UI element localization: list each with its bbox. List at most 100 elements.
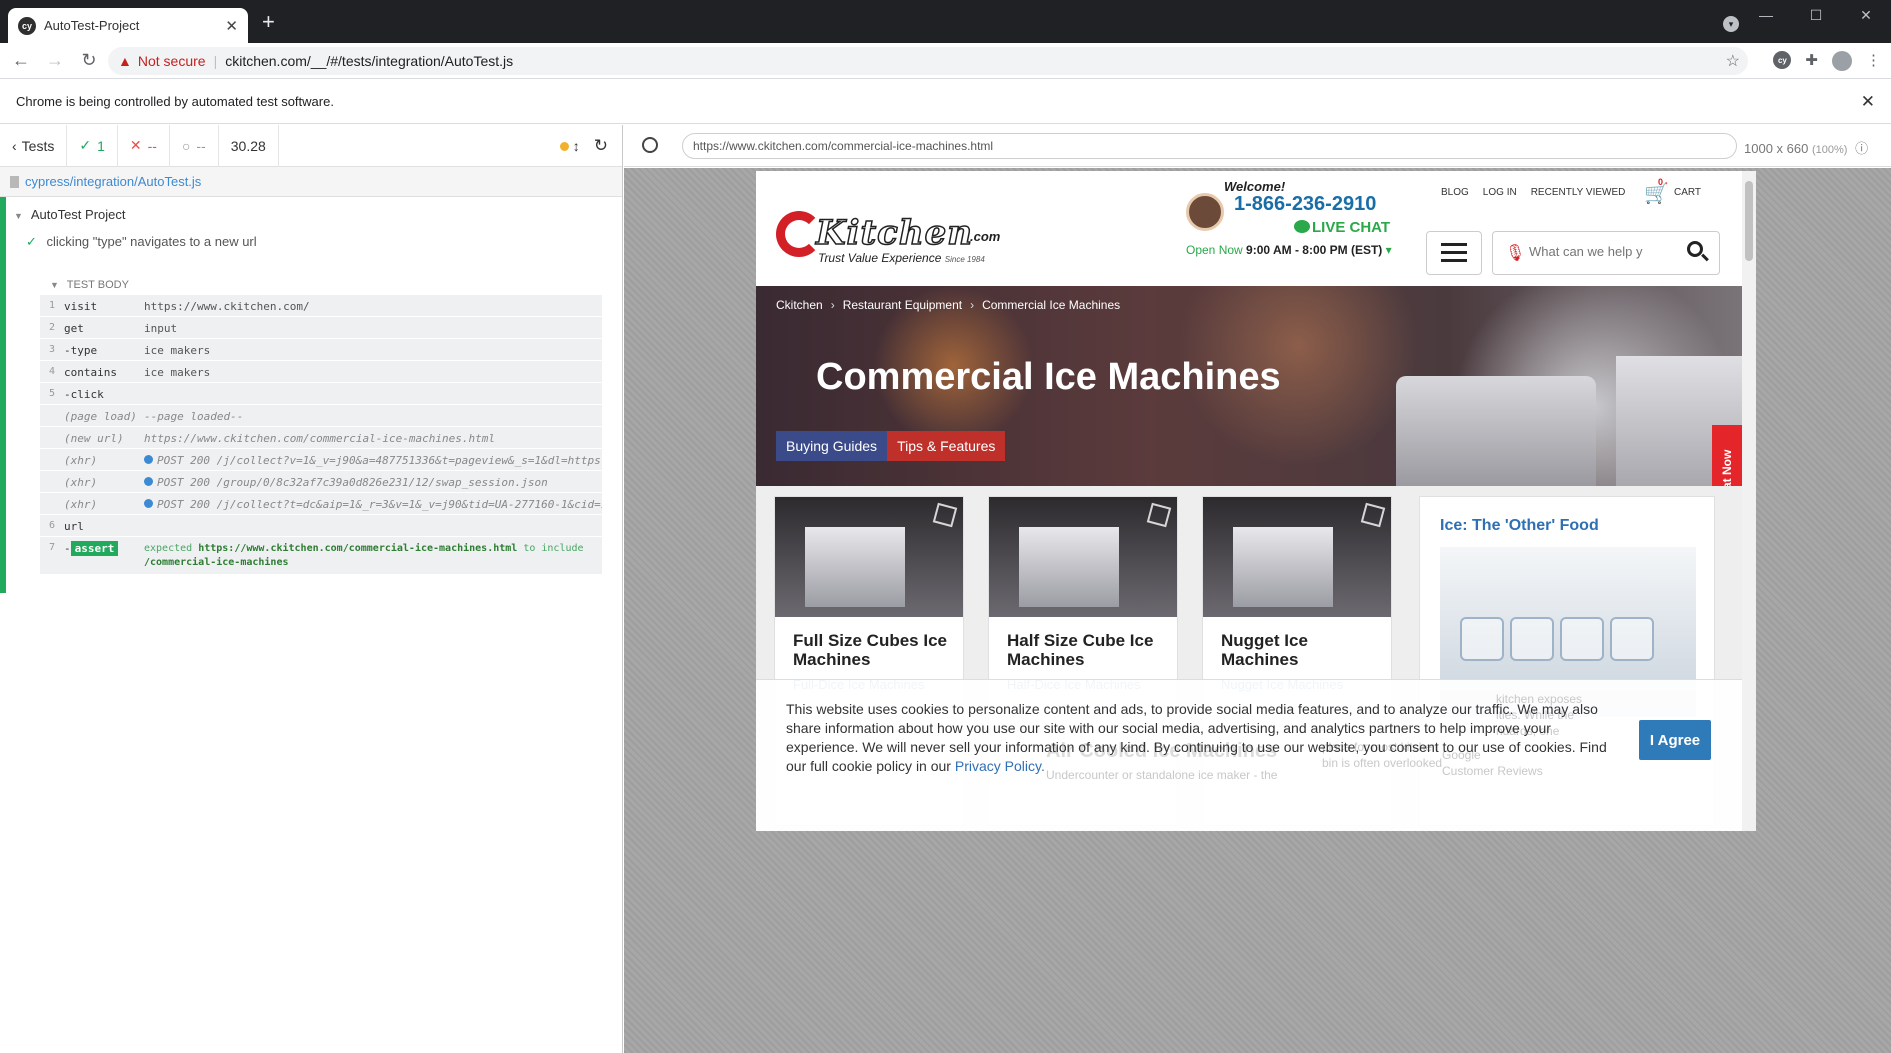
command-row[interactable]: (xhr) POST 200 /j/collect?v=1&_v=j90&a=4…: [40, 449, 602, 471]
command-message: POST 200 /group/0/8c32af7c39a0d826e231/1…: [144, 476, 602, 489]
viewport-size[interactable]: 1000 x 660 (100%) ⓘ: [1744, 138, 1868, 157]
cart-link[interactable]: CART: [1674, 187, 1701, 198]
not-secure-label[interactable]: Not secure: [138, 53, 206, 69]
check-icon: ✓: [79, 137, 92, 153]
spec-file-label[interactable]: cypress/integration/AutoTest.js: [25, 174, 201, 189]
window-controls: — ☐ ✕: [1741, 0, 1891, 30]
command-name: get: [64, 322, 84, 335]
logo-wordmark: Kitchen: [815, 212, 973, 254]
new-tab-button[interactable]: +: [262, 11, 275, 33]
browser-tabstrip: cy AutoTest-Project ✕ + ▾ — ☐ ✕: [0, 0, 1891, 43]
ckitchen-logo[interactable]: Kitchen .com Trust Value Experience Sinc…: [776, 211, 1000, 265]
command-number: 6: [48, 520, 56, 531]
aut-url-bar[interactable]: https://www.ckitchen.com/commercial-ice-…: [682, 133, 1737, 159]
aut-header: https://www.ckitchen.com/commercial-ice-…: [624, 125, 1891, 167]
menu-hamburger-icon[interactable]: [1426, 231, 1482, 275]
tab-search-icon[interactable]: ▾: [1723, 16, 1739, 32]
breadcrumb-home[interactable]: Ckitchen: [776, 298, 823, 312]
command-number: 7: [48, 542, 56, 553]
feature-title[interactable]: Ice: The 'Other' Food: [1420, 497, 1714, 535]
command-message: POST 200 /j/collect?v=1&_v=j90&a=4877513…: [144, 454, 602, 467]
live-chat-label: LIVE CHAT: [1312, 219, 1391, 236]
browser-tab[interactable]: cy AutoTest-Project ✕: [8, 8, 248, 43]
maximize-icon[interactable]: ☐: [1791, 7, 1841, 24]
privacy-policy-link[interactable]: Privacy Policy.: [955, 758, 1045, 774]
command-row[interactable]: 4 contains ice makers: [40, 361, 602, 383]
test-body: ▼ TEST BODY 1 visit https://www.ckitchen…: [40, 279, 608, 575]
agree-button[interactable]: I Agree: [1639, 720, 1711, 760]
command-row[interactable]: 3 -type ice makers: [40, 339, 602, 361]
cypress-reporter: ‹ Tests ✓ 1 ✕ -- ○ -- 30.28 ↕ ↻ cypress/…: [0, 124, 623, 1053]
infobar-text: Chrome is being controlled by automated …: [16, 94, 334, 109]
close-window-icon[interactable]: ✕: [1841, 7, 1891, 24]
suite-title[interactable]: ▼ AutoTest Project: [6, 197, 623, 222]
cart-icon[interactable]: 🛒: [1644, 181, 1669, 206]
command-row[interactable]: 5 -click: [40, 383, 602, 405]
command-row[interactable]: (new url) https://www.ckitchen.com/comme…: [40, 427, 602, 449]
spec-file-path[interactable]: cypress/integration/AutoTest.js: [0, 167, 622, 197]
card-title[interactable]: Full Size Cubes Ice Machines: [775, 617, 955, 669]
command-message: POST 200 /j/collect?t=dc&aip=1&_r=3&v=1&…: [144, 498, 602, 511]
bookmark-star-icon[interactable]: ☆: [1726, 51, 1740, 71]
address-bar[interactable]: ▲ Not secure | ckitchen.com/__/#/tests/i…: [108, 47, 1748, 75]
page-title: Commercial Ice Machines: [816, 356, 1281, 398]
command-row[interactable]: 6 url: [40, 515, 602, 537]
card-image: [1203, 497, 1391, 617]
test-label: clicking "type" navigates to a new url: [46, 234, 257, 249]
microphone-icon[interactable]: 🎙: [1505, 243, 1525, 263]
cypress-extension-icon[interactable]: cy: [1773, 51, 1792, 69]
reload-icon[interactable]: ↻: [76, 50, 102, 71]
back-icon[interactable]: ←: [8, 50, 34, 71]
blog-link[interactable]: BLOG: [1441, 187, 1469, 198]
xhr-message: POST 200 /group/0/8c32af7c39a0d826e231/1…: [157, 476, 548, 489]
assert-badge: assert: [70, 541, 119, 556]
extensions-puzzle-icon[interactable]: ✚: [1805, 51, 1818, 71]
cookie-banner: Air Cooled Ice Machines Undercounter or …: [756, 679, 1742, 831]
command-message: https://www.ckitchen.com/: [144, 300, 310, 313]
tab-tips-features[interactable]: Tips & Features: [887, 431, 1006, 461]
address-url[interactable]: ckitchen.com/__/#/tests/integration/Auto…: [225, 53, 513, 69]
command-row[interactable]: 1 visit https://www.ckitchen.com/: [40, 295, 602, 317]
test-title[interactable]: ✓ clicking "type" navigates to a new url: [6, 222, 623, 250]
tests-label: Tests: [21, 137, 55, 154]
tab-buying-guides[interactable]: Buying Guides: [776, 431, 888, 461]
assert-url: https://www.ckitchen.com/commercial-ice-…: [198, 543, 518, 554]
tests-button[interactable]: ‹ Tests: [0, 124, 68, 167]
test-body-text: TEST BODY: [66, 279, 129, 291]
test-body-label[interactable]: ▼ TEST BODY: [40, 279, 608, 295]
search-input[interactable]: [1529, 244, 1669, 259]
breadcrumb-restaurant-equipment[interactable]: Restaurant Equipment: [843, 298, 962, 312]
login-link[interactable]: LOG IN: [1483, 187, 1517, 198]
live-chat-link[interactable]: LIVE CHAT: [1294, 219, 1390, 236]
open-now-label: Open Now: [1186, 243, 1243, 257]
open-hours[interactable]: Open Now 9:00 AM - 8:00 PM (EST) ▾: [1186, 243, 1392, 257]
search-icon[interactable]: [1687, 241, 1709, 263]
menu-kebab-icon[interactable]: ⋮: [1866, 51, 1881, 71]
command-name: visit: [64, 300, 98, 313]
ice-cube-icon: [932, 502, 958, 528]
info-icon[interactable]: ⓘ: [1855, 141, 1868, 156]
selector-playground-icon[interactable]: [642, 137, 658, 153]
command-row[interactable]: (xhr) POST 200 /group/0/8c32af7c39a0d826…: [40, 471, 602, 493]
minimize-icon[interactable]: —: [1741, 7, 1791, 23]
command-row[interactable]: 2 get input: [40, 317, 602, 339]
viewport-zoom: (100%): [1811, 144, 1848, 156]
assert-row[interactable]: 7 - assert expected https://www.ckitchen.…: [40, 537, 602, 575]
xhr-message: POST 200 /j/collect?v=1&_v=j90&a=4877513…: [157, 454, 602, 467]
close-tab-icon[interactable]: ✕: [225, 17, 238, 35]
forward-icon[interactable]: →: [42, 50, 68, 71]
profile-avatar-icon[interactable]: [1832, 51, 1852, 71]
command-row[interactable]: (xhr) POST 200 /j/collect?t=dc&aip=1&_r=…: [40, 493, 602, 515]
command-row[interactable]: (page load) --page loaded--: [40, 405, 602, 427]
page-scrollbar[interactable]: [1742, 171, 1756, 831]
auto-scroll-toggle[interactable]: ↕: [559, 138, 580, 154]
card-title[interactable]: Nugget Ice Machines: [1203, 617, 1383, 669]
phone-number[interactable]: 1-866-236-2910: [1234, 193, 1376, 216]
command-number: 1: [48, 300, 56, 311]
command-name: contains: [64, 366, 117, 379]
rerun-icon[interactable]: ↻: [594, 136, 608, 156]
infobar-close-icon[interactable]: ✕: [1861, 92, 1875, 112]
command-message: input: [144, 322, 178, 335]
card-title[interactable]: Half Size Cube Ice Machines: [989, 617, 1169, 669]
recently-viewed-link[interactable]: RECENTLY VIEWED: [1531, 187, 1626, 198]
